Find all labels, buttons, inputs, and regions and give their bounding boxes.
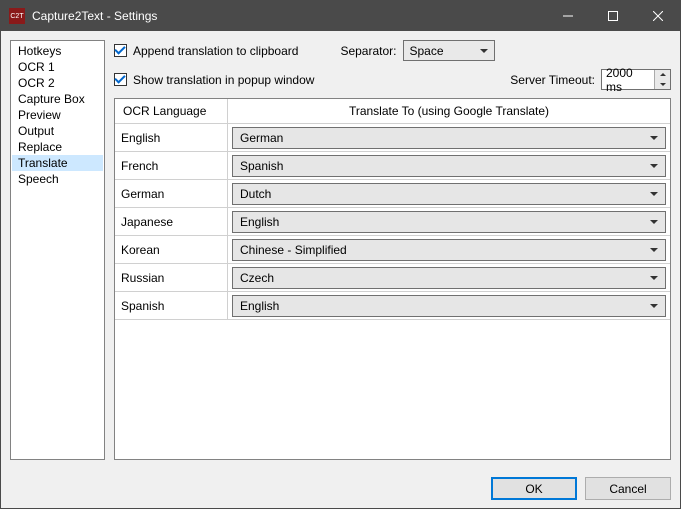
table-row: RussianCzech xyxy=(115,264,670,292)
target-cell: Czech xyxy=(228,264,670,291)
sidebar-item-hotkeys[interactable]: Hotkeys xyxy=(12,43,103,59)
timeout-spinner[interactable]: 2000 ms xyxy=(601,69,671,90)
table-row: KoreanChinese - Simplified xyxy=(115,236,670,264)
separator-label: Separator: xyxy=(340,44,396,58)
lang-cell: French xyxy=(115,152,228,179)
target-cell: Chinese - Simplified xyxy=(228,236,670,263)
lang-cell: Russian xyxy=(115,264,228,291)
sidebar-item-replace[interactable]: Replace xyxy=(12,139,103,155)
lang-cell: English xyxy=(115,124,228,151)
sidebar-item-translate[interactable]: Translate xyxy=(12,155,103,171)
sidebar-item-output[interactable]: Output xyxy=(12,123,103,139)
target-select[interactable]: Dutch xyxy=(232,183,666,205)
target-select[interactable]: English xyxy=(232,295,666,317)
app-icon: C2T xyxy=(9,8,25,24)
main-panel: Append translation to clipboard Separato… xyxy=(114,40,671,460)
sidebar-item-capture-box[interactable]: Capture Box xyxy=(12,91,103,107)
lang-cell: Korean xyxy=(115,236,228,263)
sidebar-item-ocr-2[interactable]: OCR 2 xyxy=(12,75,103,91)
timeout-label: Server Timeout: xyxy=(510,73,595,87)
window-title: Capture2Text - Settings xyxy=(32,9,545,23)
column-header-lang: OCR Language xyxy=(115,99,228,123)
target-cell: English xyxy=(228,292,670,319)
column-header-target: Translate To (using Google Translate) xyxy=(228,99,670,123)
target-cell: Dutch xyxy=(228,180,670,207)
titlebar: C2T Capture2Text - Settings xyxy=(1,1,680,31)
translate-table: OCR Language Translate To (using Google … xyxy=(114,98,671,460)
sidebar-item-preview[interactable]: Preview xyxy=(12,107,103,123)
minimize-button[interactable] xyxy=(545,1,590,31)
lang-cell: Japanese xyxy=(115,208,228,235)
target-cell: Spanish xyxy=(228,152,670,179)
target-cell: English xyxy=(228,208,670,235)
ok-button[interactable]: OK xyxy=(491,477,577,500)
append-clipboard-checkbox[interactable] xyxy=(114,44,127,57)
timeout-down-button[interactable] xyxy=(655,80,670,90)
target-select[interactable]: Spanish xyxy=(232,155,666,177)
target-select[interactable]: Chinese - Simplified xyxy=(232,239,666,261)
lang-cell: German xyxy=(115,180,228,207)
lang-cell: Spanish xyxy=(115,292,228,319)
sidebar: HotkeysOCR 1OCR 2Capture BoxPreviewOutpu… xyxy=(10,40,105,460)
table-row: GermanDutch xyxy=(115,180,670,208)
target-select[interactable]: German xyxy=(232,127,666,149)
target-select[interactable]: English xyxy=(232,211,666,233)
timeout-up-button[interactable] xyxy=(655,70,670,80)
table-row: EnglishGerman xyxy=(115,124,670,152)
close-button[interactable] xyxy=(635,1,680,31)
table-row: JapaneseEnglish xyxy=(115,208,670,236)
sidebar-item-speech[interactable]: Speech xyxy=(12,171,103,187)
append-clipboard-label: Append translation to clipboard xyxy=(133,44,298,58)
show-popup-checkbox[interactable] xyxy=(114,73,127,86)
show-popup-label: Show translation in popup window xyxy=(133,73,314,87)
separator-select[interactable]: Space xyxy=(403,40,495,61)
timeout-value[interactable]: 2000 ms xyxy=(602,70,654,89)
sidebar-item-ocr-1[interactable]: OCR 1 xyxy=(12,59,103,75)
cancel-button[interactable]: Cancel xyxy=(585,477,671,500)
maximize-button[interactable] xyxy=(590,1,635,31)
target-cell: German xyxy=(228,124,670,151)
table-row: SpanishEnglish xyxy=(115,292,670,320)
table-row: FrenchSpanish xyxy=(115,152,670,180)
target-select[interactable]: Czech xyxy=(232,267,666,289)
settings-window: C2T Capture2Text - Settings HotkeysOCR 1… xyxy=(0,0,681,509)
